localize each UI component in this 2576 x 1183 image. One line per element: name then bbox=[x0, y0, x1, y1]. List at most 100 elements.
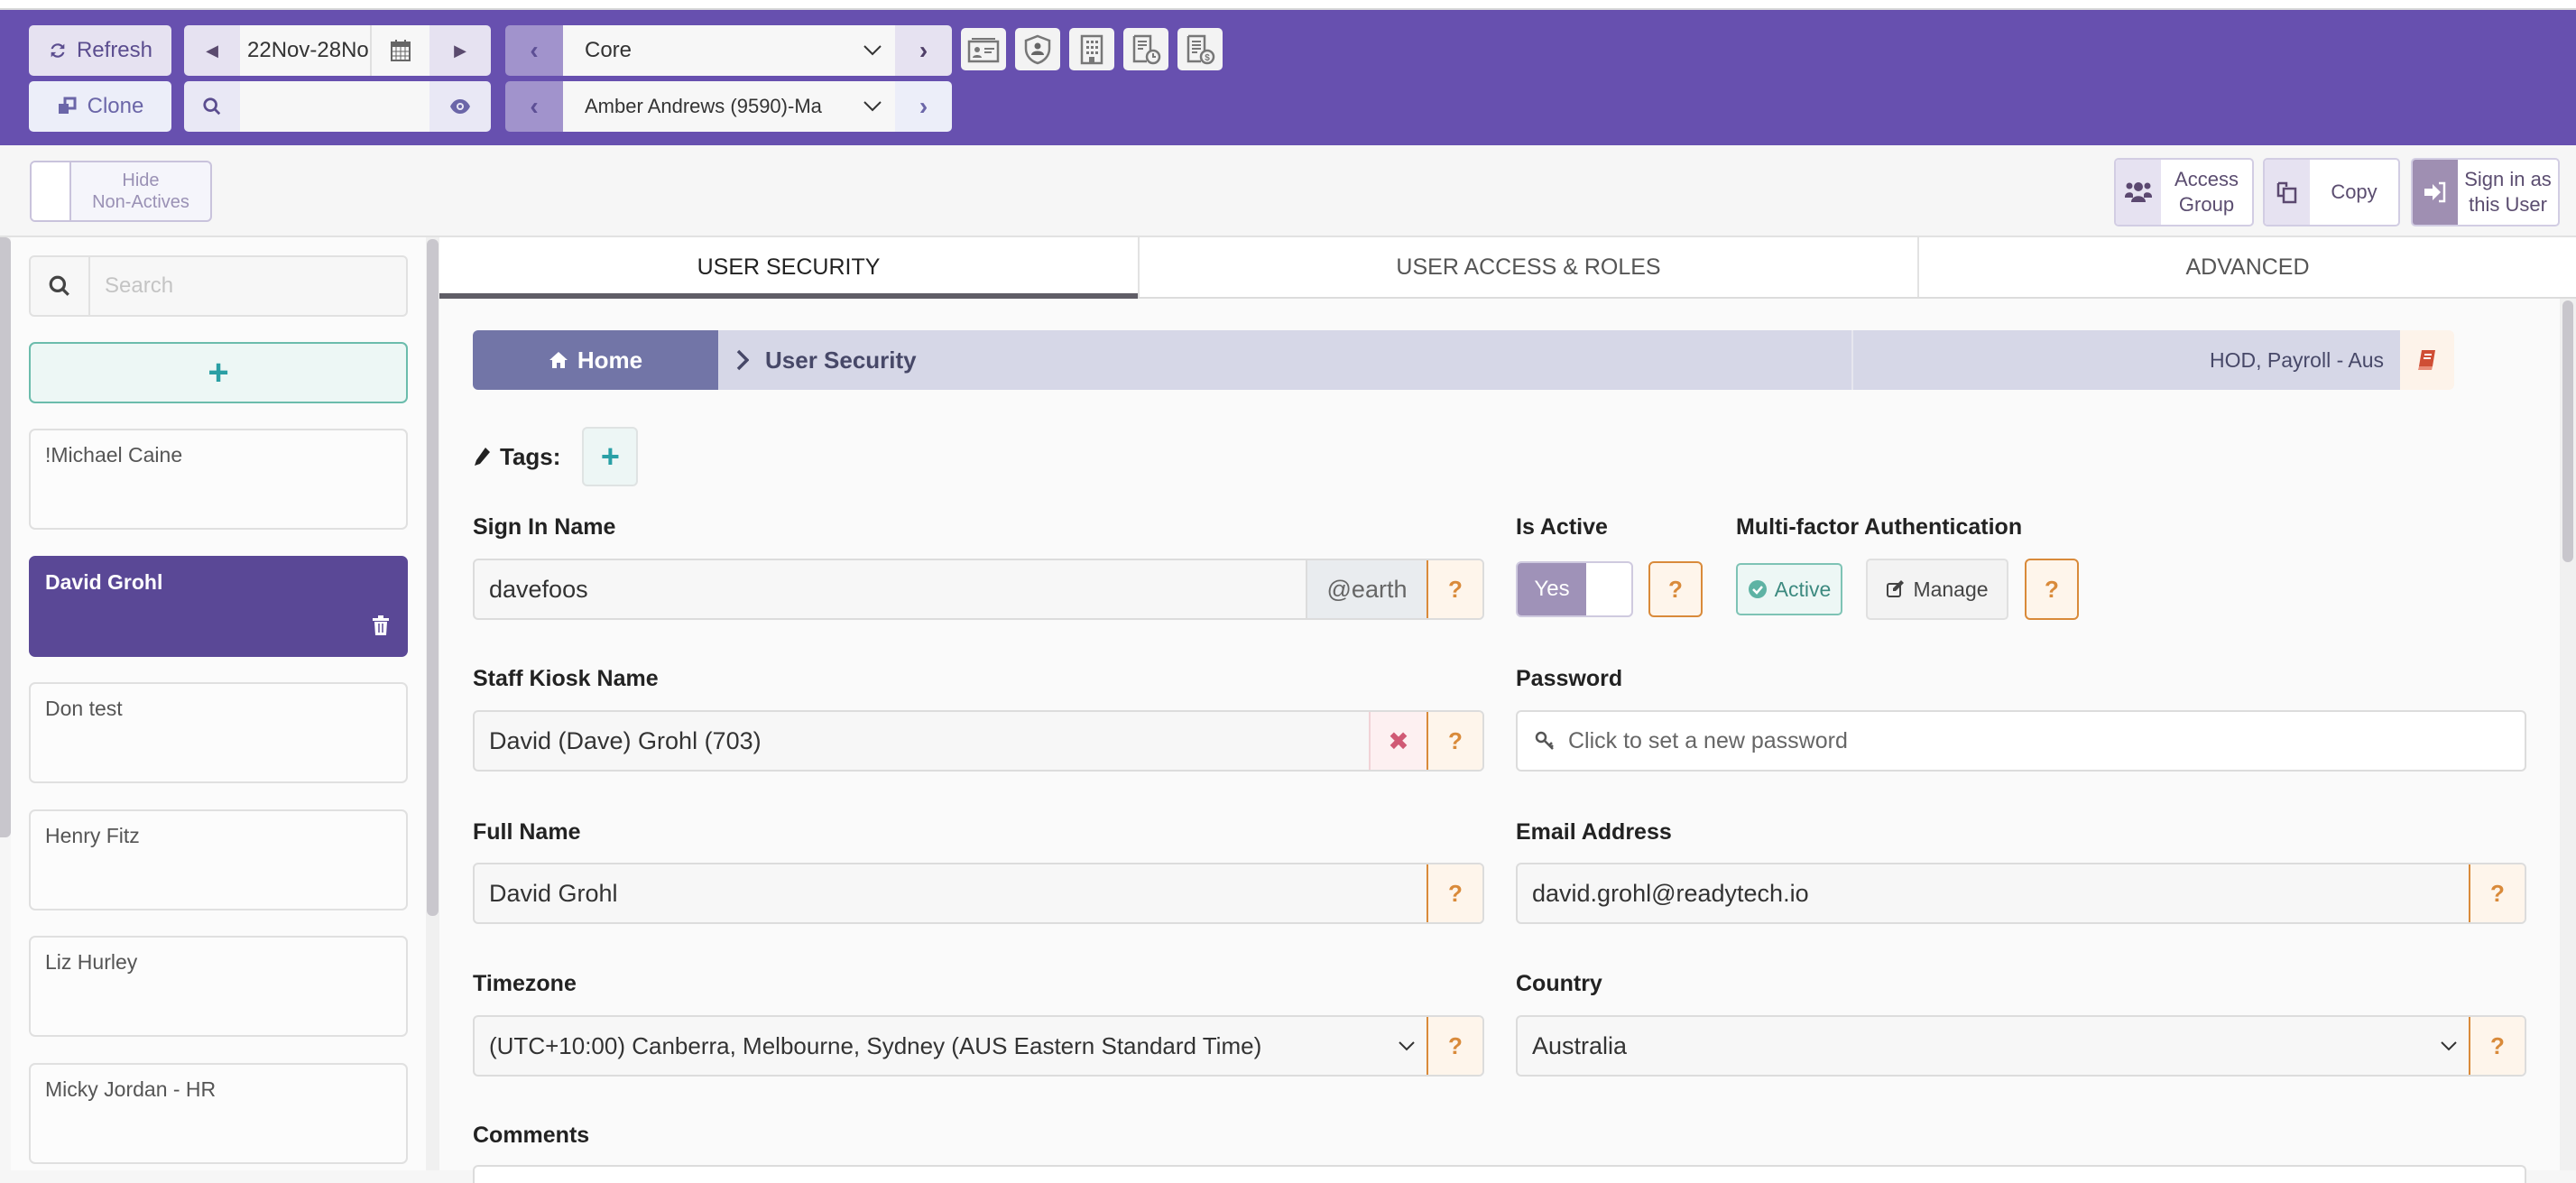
user-list-item[interactable]: Liz Hurley bbox=[29, 936, 408, 1037]
password-placeholder: Click to set a new password bbox=[1568, 727, 1848, 753]
access-group-button[interactable]: Access Group bbox=[2114, 158, 2254, 226]
is-active-help-button[interactable]: ? bbox=[1648, 561, 1703, 617]
question-icon: ? bbox=[1668, 575, 1683, 603]
sign-in-icon bbox=[2424, 181, 2446, 203]
svg-text:$: $ bbox=[1205, 53, 1210, 63]
user-list-item[interactable]: !Michael Caine bbox=[29, 429, 408, 530]
building-icon bbox=[1080, 34, 1103, 64]
page-scrollbar-left[interactable] bbox=[0, 237, 11, 837]
clone-icon bbox=[58, 97, 77, 114]
user-list-item[interactable]: Don test bbox=[29, 682, 408, 783]
copy-icon-box bbox=[2265, 160, 2310, 225]
access-group-icon-box bbox=[2116, 160, 2161, 225]
document-clock-icon bbox=[1132, 34, 1161, 64]
date-next-button[interactable]: ▶ bbox=[429, 25, 491, 76]
search-icon bbox=[203, 97, 221, 116]
chevron-down-icon bbox=[863, 45, 882, 56]
mfa-manage-button[interactable]: Manage bbox=[1866, 559, 2008, 620]
sign-in-domain-suffix: @earth bbox=[1306, 560, 1426, 618]
payroll-button[interactable]: $ bbox=[1177, 28, 1223, 70]
comments-textarea[interactable] bbox=[473, 1165, 2526, 1183]
full-name-input[interactable]: David Grohl bbox=[475, 864, 1426, 922]
full-name-field: David Grohl ? bbox=[473, 863, 1484, 924]
email-label: Email Address bbox=[1516, 819, 1672, 845]
clear-kiosk-name-button[interactable]: ✖ bbox=[1369, 712, 1426, 770]
content-scroll-thumb[interactable] bbox=[2562, 300, 2573, 562]
sign-in-name-help-button[interactable]: ? bbox=[1426, 560, 1482, 618]
calendar-button[interactable] bbox=[372, 25, 429, 76]
refresh-button[interactable]: Refresh bbox=[29, 25, 171, 76]
staff-kiosk-help-button[interactable]: ? bbox=[1426, 712, 1482, 770]
module-prev-button[interactable]: ‹ bbox=[505, 25, 563, 76]
timezone-help-button[interactable]: ? bbox=[1426, 1017, 1482, 1075]
home-icon bbox=[549, 352, 568, 368]
book-icon bbox=[2418, 350, 2435, 370]
user-next-button[interactable]: › bbox=[895, 81, 952, 132]
user-detail-panel: USER SECURITY USER ACCESS & ROLES ADVANC… bbox=[439, 237, 2576, 1183]
organisation-button[interactable] bbox=[1069, 28, 1114, 70]
module-next-button[interactable]: › bbox=[895, 25, 952, 76]
user-list-scroll-thumb[interactable] bbox=[427, 239, 439, 916]
breadcrumb-current: User Security bbox=[718, 330, 1853, 390]
copy-button[interactable]: Copy bbox=[2263, 158, 2400, 226]
country-help-button[interactable]: ? bbox=[2469, 1017, 2525, 1075]
tab-user-access-roles[interactable]: USER ACCESS & ROLES bbox=[1140, 237, 1919, 297]
sign-in-as-user-button[interactable]: Sign in as this User bbox=[2411, 158, 2560, 226]
tab-advanced[interactable]: ADVANCED bbox=[1919, 237, 2576, 297]
user-list-item[interactable]: Micky Jordan - HR bbox=[29, 1063, 408, 1164]
user-select[interactable]: Amber Andrews (9590)-Ma bbox=[563, 81, 895, 132]
email-field: david.grohl@readytech.io ? bbox=[1516, 863, 2526, 924]
is-active-yes: Yes bbox=[1518, 563, 1586, 615]
timezone-dropdown-toggle[interactable] bbox=[1387, 1017, 1426, 1075]
password-field[interactable]: Click to set a new password bbox=[1516, 710, 2526, 772]
email-help-button[interactable]: ? bbox=[2469, 864, 2525, 922]
user-search bbox=[29, 255, 408, 317]
sign-in-label: Sign in as this User bbox=[2458, 160, 2558, 225]
document-dollar-icon: $ bbox=[1186, 34, 1215, 64]
user-security-button[interactable] bbox=[1015, 28, 1060, 70]
tags-label: Tags: bbox=[500, 442, 561, 470]
module-select[interactable]: Core bbox=[563, 25, 895, 76]
user-list-scrollbar[interactable] bbox=[426, 237, 439, 1170]
full-name-help-button[interactable]: ? bbox=[1426, 864, 1482, 922]
hide-non-actives-toggle[interactable]: Hide Non-Actives bbox=[30, 161, 212, 222]
pencil-icon bbox=[475, 448, 490, 466]
staff-kiosk-name-field: David (Dave) Grohl (703) ✖ ? bbox=[473, 710, 1484, 772]
add-user-button[interactable]: + bbox=[29, 342, 408, 403]
mfa-help-button[interactable]: ? bbox=[2025, 559, 2079, 620]
user-list-item[interactable]: Henry Fitz bbox=[29, 809, 408, 910]
user-name: David Grohl bbox=[45, 570, 163, 594]
timesheet-button[interactable] bbox=[1123, 28, 1168, 70]
date-prev-button[interactable]: ◀ bbox=[184, 25, 240, 76]
breadcrumb-home[interactable]: Home bbox=[473, 330, 718, 390]
country-select[interactable]: Australia bbox=[1518, 1017, 2429, 1075]
content-scrollbar[interactable] bbox=[2560, 299, 2576, 1170]
date-range-value[interactable]: 22Nov-28No bbox=[240, 25, 372, 76]
question-icon: ? bbox=[1448, 879, 1463, 907]
email-input[interactable]: david.grohl@readytech.io bbox=[1518, 864, 2469, 922]
user-list-item-selected[interactable]: David Grohl bbox=[29, 556, 408, 657]
comments-label: Comments bbox=[473, 1123, 590, 1148]
sign-in-name-input[interactable]: davefoos bbox=[475, 560, 1306, 618]
add-tag-button[interactable]: + bbox=[582, 427, 639, 486]
staff-kiosk-name-input[interactable]: David (Dave) Grohl (703) bbox=[475, 712, 1369, 770]
country-dropdown-toggle[interactable] bbox=[2429, 1017, 2469, 1075]
timezone-select[interactable]: (UTC+10:00) Canberra, Melbourne, Sydney … bbox=[475, 1017, 1387, 1075]
header-search-input[interactable] bbox=[240, 81, 429, 132]
timezone-label: Timezone bbox=[473, 971, 577, 996]
manual-button[interactable] bbox=[2400, 330, 2454, 390]
sign-in-line2: this User bbox=[2469, 193, 2547, 216]
is-active-toggle[interactable]: Yes bbox=[1516, 561, 1633, 617]
tab-user-security[interactable]: USER SECURITY bbox=[439, 237, 1140, 299]
user-prev-button[interactable]: ‹ bbox=[505, 81, 563, 132]
show-button[interactable] bbox=[429, 81, 491, 132]
chevron-right-icon: › bbox=[919, 92, 928, 120]
close-icon: ✖ bbox=[1388, 726, 1409, 755]
question-icon: ? bbox=[1448, 726, 1463, 754]
clone-button[interactable]: Clone bbox=[29, 81, 171, 132]
tab-label: USER SECURITY bbox=[697, 254, 881, 280]
delete-user-button[interactable] bbox=[372, 615, 390, 641]
employee-card-button[interactable] bbox=[961, 28, 1006, 70]
user-name: Micky Jordan - HR bbox=[45, 1077, 217, 1101]
user-search-input[interactable] bbox=[90, 257, 406, 315]
